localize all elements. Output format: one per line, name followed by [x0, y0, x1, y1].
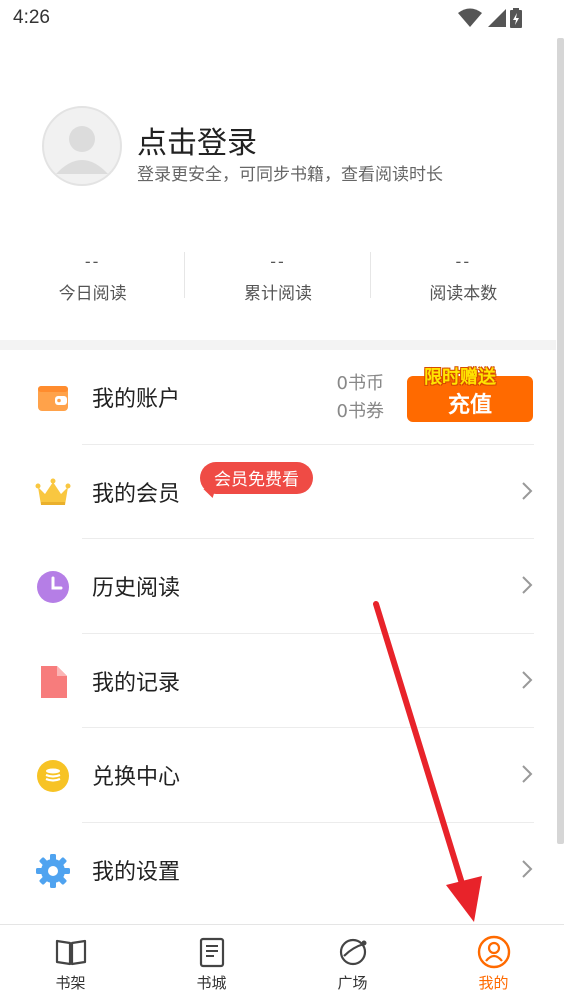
- menu-list: 我的账户 0书币 0书券 充值 限时赠送 我的会员 会员免费看 历史阅读 我的记…: [0, 350, 556, 918]
- account-balance: 0书币 0书券: [337, 370, 384, 426]
- login-subtitle: 登录更安全，可同步书籍，查看阅读时长: [137, 165, 443, 185]
- voucher-balance: 0书券: [336, 401, 384, 422]
- tab-label: 广场: [337, 974, 368, 992]
- stat-label: 阅读本数: [429, 284, 498, 304]
- coin-balance: 0书币: [336, 373, 384, 394]
- tab-label: 书架: [55, 974, 86, 992]
- menu-label: 兑换中心: [92, 765, 181, 791]
- tab-label: 书城: [196, 974, 227, 992]
- cellular-icon: [488, 9, 506, 27]
- chevron-right-icon: [522, 765, 533, 784]
- status-time: 4:26: [13, 7, 50, 28]
- menu-label: 历史阅读: [92, 576, 181, 602]
- menu-item-records[interactable]: 我的记录: [0, 634, 556, 729]
- stat-today: -- 今日阅读: [0, 250, 186, 320]
- tab-square[interactable]: 广场: [282, 925, 423, 1003]
- crown-icon: [35, 478, 71, 505]
- menu-item-vip[interactable]: 我的会员 会员免费看: [0, 445, 556, 540]
- avatar[interactable]: [42, 106, 122, 186]
- stat-label: 今日阅读: [58, 284, 127, 304]
- document-icon: [41, 665, 67, 698]
- stat-value: --: [455, 252, 472, 271]
- tab-mine[interactable]: 我的: [423, 925, 564, 1003]
- login-title[interactable]: 点击登录: [137, 118, 257, 162]
- menu-item-account[interactable]: 我的账户 0书币 0书券 充值 限时赠送: [0, 350, 556, 445]
- menu-item-settings[interactable]: 我的设置: [0, 823, 556, 918]
- book-open-icon: [55, 939, 86, 966]
- vip-free-badge: 会员免费看: [200, 461, 313, 494]
- planet-icon: [339, 938, 366, 966]
- menu-label: 我的账户: [92, 387, 181, 412]
- section-gap: [0, 340, 556, 350]
- stat-total: -- 累计阅读: [185, 250, 371, 320]
- menu-item-exchange[interactable]: 兑换中心: [0, 728, 556, 823]
- chevron-right-icon: [522, 671, 533, 689]
- status-bar: 4:26: [0, 0, 564, 40]
- user-icon: [477, 935, 510, 969]
- promo-tag: 限时赠送: [424, 367, 496, 388]
- wallet-icon: [38, 386, 68, 411]
- clock-icon: [37, 571, 69, 604]
- chevron-right-icon: [522, 860, 533, 878]
- stat-label: 累计阅读: [243, 284, 312, 304]
- wifi-icon: [458, 8, 482, 27]
- gear-icon: [36, 853, 70, 888]
- tab-bookstore[interactable]: 书城: [141, 925, 282, 1003]
- book-store-icon: [199, 937, 224, 968]
- chevron-right-icon: [522, 481, 533, 500]
- stat-books: -- 阅读本数: [371, 250, 556, 320]
- reading-stats: -- 今日阅读 -- 累计阅读 -- 阅读本数: [0, 250, 556, 320]
- scrollbar[interactable]: [557, 38, 564, 844]
- default-avatar-icon: [56, 126, 108, 174]
- menu-label: 我的记录: [92, 670, 181, 696]
- profile-header[interactable]: 点击登录 登录更安全，可同步书籍，查看阅读时长 -- 今日阅读 -- 累计阅读 …: [0, 40, 556, 340]
- stat-value: --: [84, 252, 101, 271]
- coins-icon: [37, 760, 69, 793]
- tab-bookshelf[interactable]: 书架: [0, 925, 141, 1003]
- tab-label: 我的: [478, 974, 509, 992]
- menu-label: 我的设置: [92, 859, 181, 885]
- menu-label: 我的会员: [92, 481, 181, 507]
- menu-item-history[interactable]: 历史阅读: [0, 539, 556, 634]
- chevron-right-icon: [522, 576, 533, 594]
- stat-value: --: [270, 252, 286, 271]
- bottom-tab-bar: 书架 书城 广场 我的: [0, 924, 564, 1003]
- status-icons: [458, 8, 522, 28]
- battery-icon: [510, 8, 522, 28]
